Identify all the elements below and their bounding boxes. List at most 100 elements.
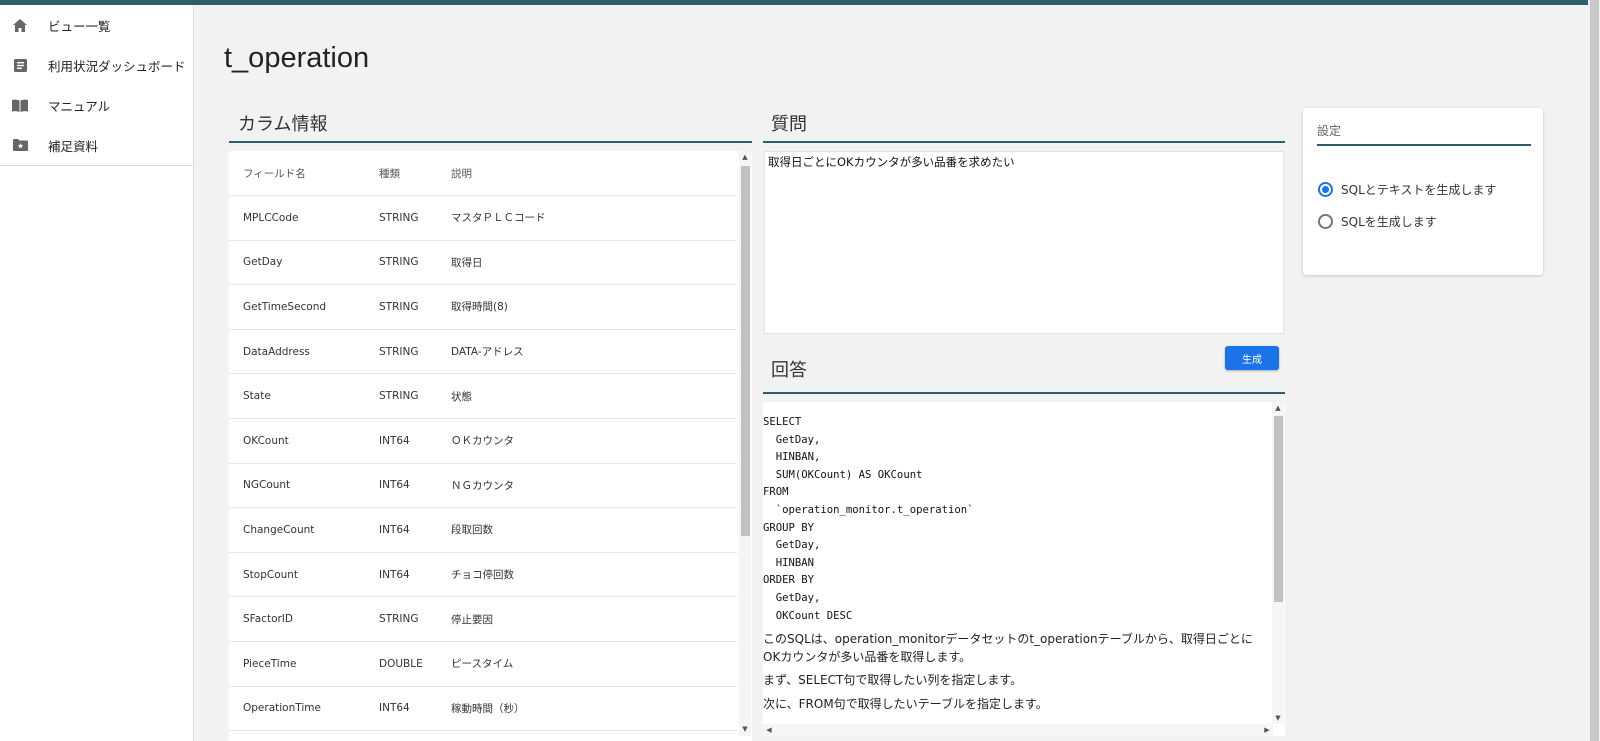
- scroll-up-arrow-icon[interactable]: ▲: [739, 151, 751, 163]
- page-scrollbar[interactable]: [1588, 0, 1600, 741]
- radio-label: SQLを生成します: [1341, 215, 1437, 229]
- sidebar-item-label: 補足資料: [48, 138, 99, 154]
- cell-type: STRING: [379, 300, 419, 313]
- table-row: GetTimeSecond STRING 取得時間(8): [229, 285, 737, 330]
- cell-field: NGCount: [243, 479, 291, 492]
- scroll-left-arrow-icon[interactable]: ◀: [763, 724, 775, 736]
- column-info-underline: [229, 141, 752, 143]
- cell-field: OKCount: [243, 434, 289, 447]
- question-textarea[interactable]: 取得日ごとにOKカウンタが多い品番を求めたい: [764, 151, 1284, 334]
- cell-type: STRING: [379, 211, 419, 224]
- sidebar-nav: ビュー一覧 利用状況ダッシュボード マニュアル 補足資料: [0, 5, 193, 166]
- table-row: NGCount INT64 ＮＧカウンタ: [229, 464, 737, 509]
- cell-type: INT64: [379, 523, 410, 536]
- cell-desc: ＯＫカウンタ: [451, 435, 514, 448]
- column-table: フィールド名 種類 説明 MPLCCode STRING マスタＰＬＣコード Get…: [229, 151, 752, 741]
- question-underline: [763, 141, 1285, 143]
- radio-sql-only[interactable]: SQLを生成します: [1318, 213, 1437, 230]
- cell-desc: チョコ停回数: [451, 569, 514, 582]
- table-row: OKCount INT64 ＯＫカウンタ: [229, 419, 737, 464]
- cell-field: OperationTime: [243, 702, 321, 715]
- table-row: DataAddress STRING DATA-アドレス: [229, 330, 737, 375]
- question-text: 取得日ごとにOKカウンタが多い品番を求めたい: [768, 155, 1015, 169]
- cell-field: GetDay: [243, 256, 283, 269]
- answer-heading: 回答: [771, 360, 807, 381]
- radio-checked-icon[interactable]: [1318, 182, 1333, 197]
- answer-content: SELECT GetDay, HINBAN, SUM(OKCount) AS O…: [763, 414, 1269, 713]
- cell-desc: マスタＰＬＣコード: [451, 212, 546, 225]
- cell-desc: 稼動時間（秒）: [451, 702, 525, 715]
- radio-unchecked-icon[interactable]: [1318, 214, 1333, 229]
- cell-field: SFactorID: [243, 613, 293, 626]
- cell-type: INT64: [379, 434, 410, 447]
- cell-desc: ピースタイム: [451, 658, 514, 671]
- table-row: StopCount INT64 チョコ停回数: [229, 553, 737, 598]
- cell-type: STRING: [379, 613, 419, 626]
- question-heading: 質問: [771, 114, 807, 135]
- scrollbar-thumb[interactable]: [741, 166, 750, 536]
- table-header-row: フィールド名 種類 説明: [229, 151, 737, 196]
- answer-paragraph: 次に、FROM句で取得したいテーブルを指定します。: [763, 696, 1048, 711]
- scroll-up-arrow-icon[interactable]: ▲: [1272, 402, 1284, 414]
- cell-field: DataAddress: [243, 345, 310, 358]
- sidebar-item-label: マニュアル: [48, 98, 111, 114]
- answer-underline: [763, 392, 1285, 394]
- cell-field: PieceTime: [243, 657, 297, 670]
- sidebar-item-view-list[interactable]: ビュー一覧: [0, 5, 193, 45]
- answer-horizontal-scrollbar[interactable]: ◀ ▶: [763, 724, 1273, 736]
- table-row: PieceTime DOUBLE ピースタイム: [229, 642, 737, 687]
- cell-field: State: [243, 390, 271, 403]
- cell-field: GetTimeSecond: [243, 300, 327, 313]
- radio-label: SQLとテキストを生成します: [1341, 183, 1497, 197]
- table-row: ChangeCount INT64 段取回数: [229, 508, 737, 553]
- sidebar-item-label: ビュー一覧: [48, 18, 111, 34]
- cell-desc: 段取回数: [451, 524, 493, 537]
- scroll-down-arrow-icon[interactable]: ▼: [739, 723, 751, 735]
- home-icon: [12, 17, 28, 33]
- scroll-down-arrow-icon[interactable]: ▼: [1272, 712, 1284, 724]
- sidebar: ビュー一覧 利用状況ダッシュボード マニュアル 補足資料: [0, 5, 194, 741]
- cell-desc: 取得時間(8): [451, 301, 508, 314]
- top-accent-bar: [0, 0, 1600, 5]
- sidebar-item-manual[interactable]: マニュアル: [0, 85, 193, 125]
- page-title: t_operation: [224, 42, 370, 74]
- settings-underline: [1317, 144, 1531, 146]
- table-row: MPLCCode STRING マスタＰＬＣコード: [229, 196, 737, 241]
- answer-scrollbar[interactable]: ▲ ▼: [1272, 402, 1284, 724]
- cell-field: MPLCCode: [243, 211, 299, 224]
- answer-sql: SELECT GetDay, HINBAN, SUM(OKCount) AS O…: [763, 416, 974, 622]
- cell-type: STRING: [379, 345, 419, 358]
- book-icon: [12, 97, 28, 113]
- scroll-right-arrow-icon[interactable]: ▶: [1261, 724, 1273, 736]
- cell-type: STRING: [379, 256, 419, 269]
- cell-field: StopCount: [243, 568, 299, 581]
- column-table-scrollbar[interactable]: ▲ ▼: [739, 151, 751, 736]
- sidebar-item-supplementary[interactable]: 補足資料: [0, 125, 193, 165]
- table-row: State STRING 状態: [229, 374, 737, 419]
- cell-type: DOUBLE: [379, 657, 423, 670]
- column-table-body: フィールド名 種類 説明 MPLCCode STRING マスタＰＬＣコード Get…: [229, 151, 737, 741]
- column-info-heading: カラム情報: [238, 114, 328, 135]
- answer-panel: SELECT GetDay, HINBAN, SUM(OKCount) AS O…: [763, 402, 1285, 736]
- cell-desc: 状態: [451, 390, 472, 403]
- table-row: SFactorID STRING 停止要因: [229, 597, 737, 642]
- settings-title: 設定: [1317, 124, 1342, 138]
- cell-desc: 取得日: [451, 256, 483, 269]
- sidebar-item-usage-dashboard[interactable]: 利用状況ダッシュボード: [0, 45, 193, 85]
- scrollbar-thumb[interactable]: [1274, 416, 1283, 602]
- page-scrollbar-thumb[interactable]: [1590, 0, 1599, 741]
- header-type: 種類: [379, 167, 400, 180]
- table-row: OperationTime INT64 稼動時間（秒）: [229, 687, 737, 732]
- cell-type: STRING: [379, 390, 419, 403]
- generate-button[interactable]: 生成: [1225, 346, 1279, 370]
- cell-type: INT64: [379, 568, 410, 581]
- header-field-name: フィールド名: [243, 167, 306, 180]
- cell-desc: ＮＧカウンタ: [451, 479, 514, 492]
- sidebar-item-label: 利用状況ダッシュボード: [48, 58, 186, 74]
- answer-paragraph: このSQLは、operation_monitorデータセットのt_operati…: [763, 632, 1253, 664]
- cell-field: ChangeCount: [243, 523, 315, 536]
- radio-sql-and-text[interactable]: SQLとテキストを生成します: [1318, 181, 1496, 198]
- header-description: 説明: [451, 167, 472, 180]
- document-icon: [12, 57, 28, 73]
- folder-star-icon: [12, 137, 28, 153]
